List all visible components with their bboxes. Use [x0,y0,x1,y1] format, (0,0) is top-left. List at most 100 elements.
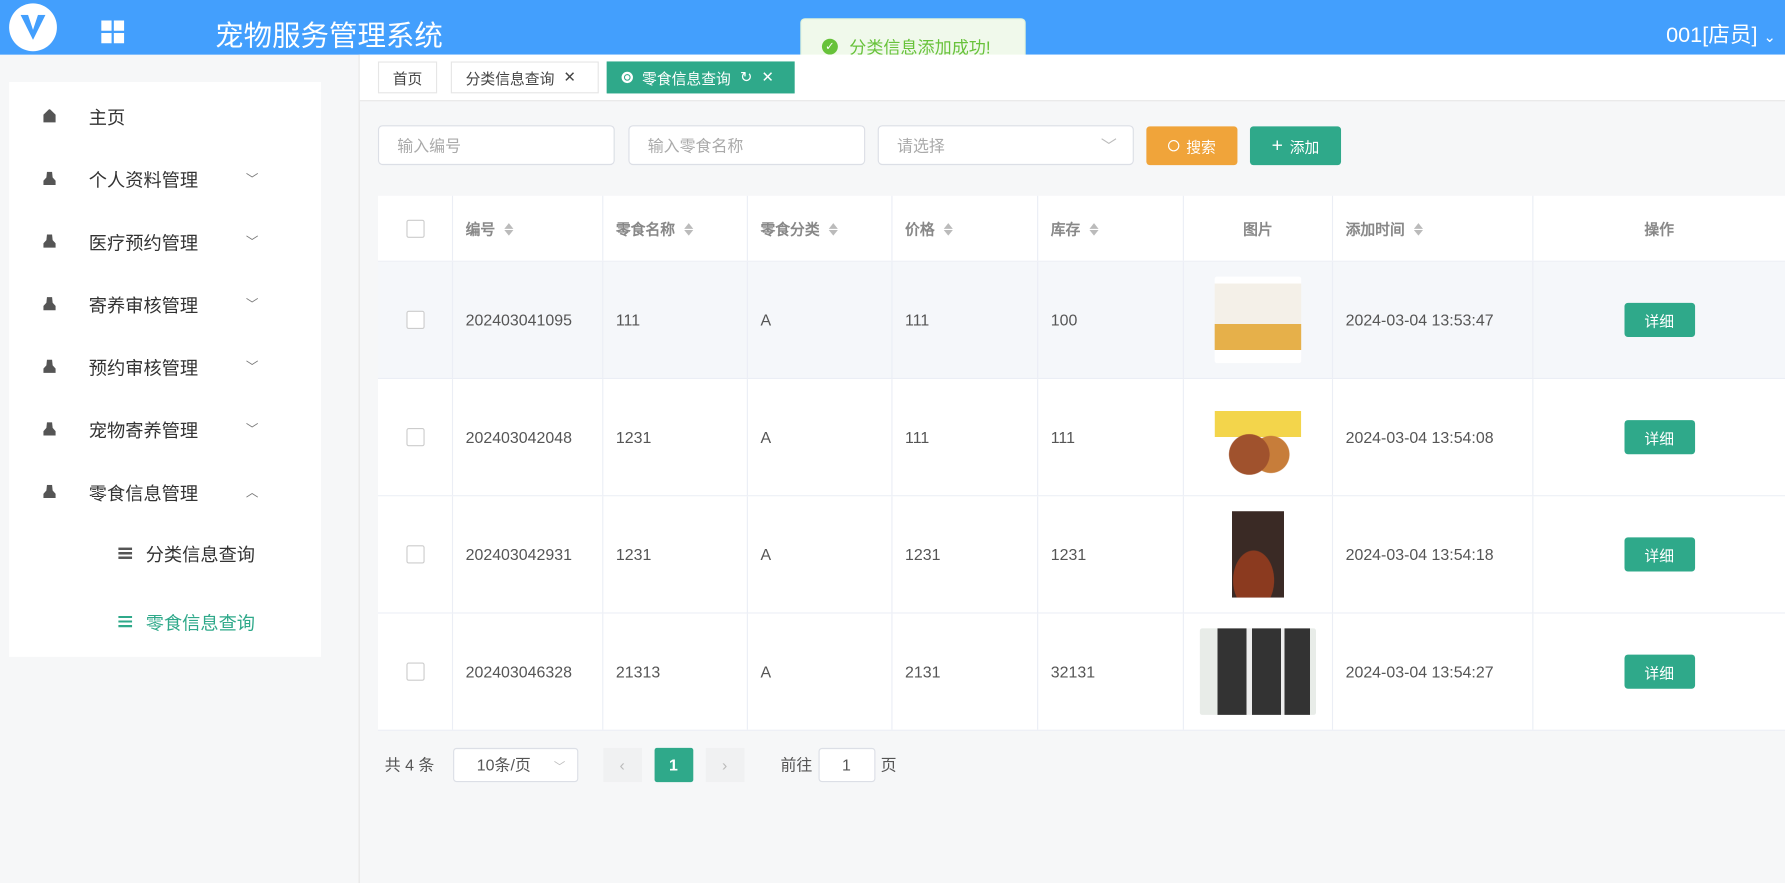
next-page-button[interactable]: › [705,747,745,783]
tab-category-query[interactable]: 分类信息查询 ✕ [450,61,599,94]
home-icon [43,108,56,123]
goto-page-input[interactable]: 1 [818,747,875,783]
column-label: 库存 [1050,220,1081,238]
cell-price: 111 [893,379,1039,496]
page-1-button[interactable]: 1 [654,747,693,783]
name-value: 111 [615,310,641,329]
column-label: 价格 [905,220,935,238]
search-button[interactable]: 搜索 [1146,126,1238,166]
row-checkbox[interactable] [405,662,425,681]
goto-label: 前往 [780,755,813,775]
sidebar-item-profile[interactable]: 个人资料管理 ﹀ [9,147,321,210]
sidebar-item-boarding-review[interactable]: 寄养审核管理 ﹀ [9,272,321,335]
chevron-down-icon: ﹀ [1100,136,1117,155]
cell-id: 202403046328 [453,613,604,730]
name-search-input[interactable]: 输入零食名称 [628,125,866,166]
row-checkbox[interactable] [405,428,425,447]
sort-icon[interactable] [943,221,953,236]
sidebar-item-pet-boarding[interactable]: 宠物寄养管理 ﹀ [9,397,321,460]
sidebar-item-appointment-review[interactable]: 预约审核管理 ﹀ [9,335,321,398]
sidebar-item-home[interactable]: 主页 [9,84,321,147]
cell-price: 111 [893,261,1039,378]
cell-id: 202403041095 [453,261,604,378]
refresh-icon[interactable]: ↻ [740,68,752,86]
sidebar-item-label: 个人资料管理 [88,171,199,191]
sidebar-item-label: 寄养审核管理 [88,296,199,316]
row-checkbox[interactable] [405,545,425,564]
cell-name: 1231 [603,379,748,496]
user-icon [43,233,56,248]
column-label: 编号 [465,220,496,238]
cell-image [1184,379,1334,496]
column-header-time[interactable]: 添加时间 [1333,195,1534,261]
page-size-select[interactable]: 10条/页 ﹀ [452,747,578,783]
sort-icon[interactable] [1413,221,1424,236]
cell-category: A [748,496,893,613]
user-icon [43,359,56,373]
sidebar-item-snacks[interactable]: 零食信息管理 ︿ [9,460,321,523]
close-icon[interactable]: ✕ [762,68,774,86]
cell-time: 2024-03-04 13:53:47 [1333,261,1534,378]
menu-grid-icon[interactable] [101,20,125,44]
cell-name: 1231 [603,496,748,613]
category-select[interactable]: 请选择 ﹀ [877,125,1134,166]
sort-icon[interactable] [504,221,514,236]
time-value: 2024-03-04 13:54:18 [1345,545,1494,564]
stock-value: 32131 [1050,662,1096,681]
cell-category: A [748,261,893,378]
price-value: 2131 [905,662,941,681]
column-header-stock[interactable]: 库存 [1038,195,1184,261]
cell-category: A [748,613,893,730]
divider [358,54,360,883]
snack-image[interactable] [1214,511,1302,598]
total-count: 共 4 条 [384,755,435,775]
select-all-checkbox[interactable] [405,219,425,238]
cell-actions: 详细 [1533,496,1785,612]
stock-value: 100 [1050,310,1078,329]
add-button[interactable]: + 添加 [1249,126,1342,166]
pagination: 共 4 条 10条/页 ﹀ ‹ 1 › 前往 1 页 [378,747,897,783]
row-checkbox[interactable] [405,310,425,329]
cell-time: 2024-03-04 13:54:27 [1333,613,1534,730]
cell-name: 111 [603,261,748,378]
snack-image[interactable] [1214,393,1302,481]
chevron-up-icon: ︿ [245,485,259,500]
detail-button[interactable]: 详细 [1623,302,1695,337]
sidebar-subitem-snack-query[interactable]: 零食信息查询 [9,591,321,652]
button-label: 搜索 [1186,138,1216,156]
column-header-price[interactable]: 价格 [893,195,1039,261]
sidebar-item-medical[interactable]: 医疗预约管理 ﹀ [9,209,321,272]
prev-page-button[interactable]: ‹ [602,747,642,783]
id-search-input[interactable]: 输入编号 [377,125,615,166]
snack-image[interactable] [1214,276,1302,364]
logo [9,3,57,52]
cell-row-checkbox [378,261,454,378]
page-suffix: 页 [880,755,897,775]
tab-home[interactable]: 首页 [377,61,438,94]
price-value: 1231 [905,545,941,564]
cell-row-checkbox [378,496,454,613]
chevron-down-icon: ⌄ [1763,28,1776,46]
tab-snack-query[interactable]: 零食信息查询 ↻ ✕ [606,61,795,94]
cell-id: 202403042931 [453,496,604,613]
detail-button[interactable]: 详细 [1623,537,1695,572]
sidebar-item-label: 主页 [88,108,126,129]
column-header-id[interactable]: 编号 [453,195,604,261]
snack-image[interactable] [1199,628,1316,715]
sidebar-subitem-category-query[interactable]: 分类信息查询 [9,523,321,584]
check-circle-icon: ✓ [821,38,838,55]
column-header-image: 图片 [1184,195,1334,261]
column-header-name[interactable]: 零食名称 [603,195,748,261]
sidebar-item-label: 预约审核管理 [88,359,199,379]
detail-button[interactable]: 详细 [1623,420,1695,455]
close-icon[interactable]: ✕ [564,68,576,86]
sort-icon[interactable] [684,221,694,236]
table-row: 202403042931 1231 A 1231 1231 2024-03-04 13:5… [377,496,1785,614]
detail-button[interactable]: 详细 [1623,654,1695,689]
user-menu[interactable]: 001[店员] ⌄ [1666,18,1776,49]
search-icon [1167,140,1180,152]
cell-price: 1231 [893,496,1039,613]
sort-icon[interactable] [1089,221,1099,236]
sort-icon[interactable] [828,221,838,236]
column-header-category[interactable]: 零食分类 [748,195,893,261]
